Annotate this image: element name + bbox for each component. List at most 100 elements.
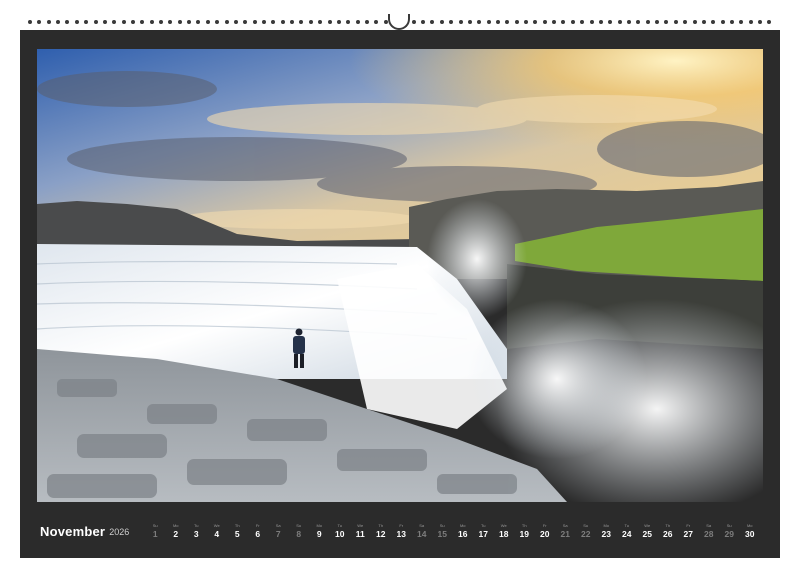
spiral-ring (308, 20, 313, 24)
day-number: 29 (724, 529, 734, 539)
day-cell: Fr 20 (535, 523, 555, 539)
day-number: 30 (744, 529, 755, 539)
spiral-ring (290, 20, 295, 24)
spiral-ring (598, 20, 603, 24)
day-cell: Su 15 (432, 523, 452, 539)
day-cell: Mo 9 (309, 523, 329, 539)
spiral-ring (636, 20, 641, 24)
spiral-ring (93, 20, 98, 24)
day-number: 1 (152, 529, 158, 539)
spiral-ring (673, 20, 678, 24)
day-cell: Su 1 (145, 523, 165, 539)
month-label: November (40, 523, 106, 539)
day-cell: Mo 2 (166, 523, 186, 539)
spiral-ring (84, 20, 89, 24)
day-number: 6 (255, 529, 261, 539)
spiral-ring (187, 20, 192, 24)
day-cell: We 25 (637, 523, 657, 539)
spiral-ring (168, 20, 173, 24)
day-cell: Sa 21 (555, 523, 575, 539)
calendar-footer: November 2026 Su 1 Mo 2 Tu 3 We 4 Th 5 Fr 6 Sa 7 Su 8 Mo… (40, 520, 760, 542)
spiral-ring (159, 20, 164, 24)
day-cell: Mo 23 (596, 523, 616, 539)
day-cell: Mo 30 (740, 523, 760, 539)
spiral-ring (495, 20, 500, 24)
spiral-ring (552, 20, 557, 24)
day-cell: Tu 10 (330, 523, 350, 539)
spiral-ring (655, 20, 660, 24)
spiral-ring (233, 20, 238, 24)
day-cell: Tu 3 (186, 523, 206, 539)
day-number: 26 (662, 529, 673, 539)
day-number: 23 (601, 529, 611, 539)
spiral-ring (355, 20, 360, 24)
day-number: 18 (498, 529, 509, 539)
spiral-ring (261, 20, 266, 24)
spiral-ring (243, 20, 248, 24)
spiral-ring (252, 20, 257, 24)
spiral-ring (645, 20, 650, 24)
spiral-ring (177, 20, 182, 24)
spiral-ring (364, 20, 369, 24)
spiral-ring (102, 20, 107, 24)
spiral-ring (748, 20, 753, 24)
day-number: 4 (214, 529, 220, 539)
day-number: 7 (275, 529, 281, 539)
spiral-ring (411, 20, 416, 24)
spiral-ring (149, 20, 154, 24)
spiral-ring (318, 20, 323, 24)
day-number: 13 (396, 529, 406, 539)
day-cell: Tu 24 (617, 523, 637, 539)
spiral-ring (664, 20, 669, 24)
day-number: 8 (296, 529, 302, 539)
spiral-ring (739, 20, 744, 24)
day-number: 16 (457, 529, 468, 539)
spiral-ring (458, 20, 463, 24)
spiral-ring (205, 20, 210, 24)
day-cell: Su 29 (719, 523, 739, 539)
spiral-ring (383, 20, 388, 24)
year-label: 2026 (109, 527, 130, 537)
day-number: 14 (416, 529, 427, 539)
spiral-ring (533, 20, 538, 24)
spiral-ring (589, 20, 594, 24)
spiral-ring (720, 20, 725, 24)
calendar-hanger (388, 14, 410, 30)
day-cell: We 4 (207, 523, 227, 539)
day-cell: Fr 13 (391, 523, 411, 539)
day-number: 27 (683, 529, 693, 539)
day-cell: Th 19 (514, 523, 534, 539)
day-cell: Su 8 (289, 523, 309, 539)
spiral-ring (224, 20, 229, 24)
spiral-ring (280, 20, 285, 24)
spiral-ring (486, 20, 491, 24)
waterfall-photo (37, 49, 763, 502)
day-number: 21 (560, 529, 570, 539)
day-cell: Th 5 (227, 523, 247, 539)
day-cell: Th 26 (658, 523, 678, 539)
day-number: 10 (334, 529, 345, 539)
day-cell: Fr 27 (678, 523, 698, 539)
day-cell: Su 22 (576, 523, 596, 539)
spiral-ring (439, 20, 444, 24)
day-cell: Th 12 (371, 523, 391, 539)
day-number: 5 (234, 529, 240, 539)
spiral-ring (28, 20, 32, 24)
day-number: 12 (375, 529, 386, 539)
spiral-ring (74, 20, 79, 24)
day-number: 24 (621, 529, 632, 539)
day-number: 19 (519, 529, 529, 539)
spiral-ring (46, 20, 51, 24)
spiral-ring (196, 20, 201, 24)
day-cell: Sa 28 (699, 523, 719, 539)
spiral-ring (505, 20, 510, 24)
spiral-ring (130, 20, 135, 24)
day-cell: We 18 (494, 523, 514, 539)
spiral-ring (346, 20, 351, 24)
spiral-ring (477, 20, 482, 24)
spiral-ring (570, 20, 575, 24)
spiral-ring (683, 20, 688, 24)
spiral-ring (514, 20, 519, 24)
day-number: 15 (437, 529, 447, 539)
day-number: 20 (539, 529, 550, 539)
